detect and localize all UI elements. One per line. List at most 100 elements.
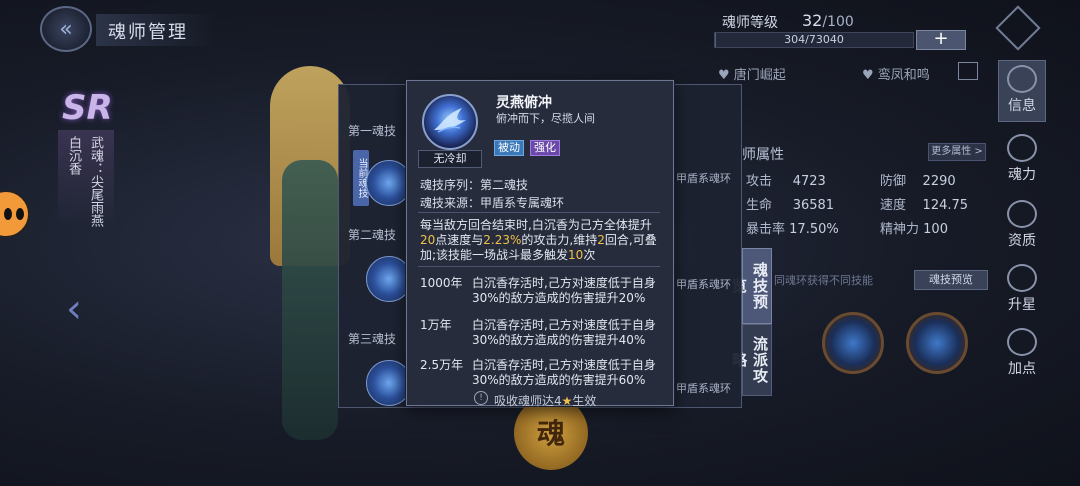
- effect-text: 每当敌方回合结束时,白沉香为己方全体提升: [420, 218, 652, 232]
- effect-text: 的攻击力,维持: [521, 233, 598, 247]
- prev-arrow-icon[interactable]: ‹: [66, 286, 82, 332]
- attr-spirit: 精神力 100: [880, 218, 948, 237]
- attr-label: 防御: [880, 174, 907, 189]
- attr-value: 4723: [792, 174, 826, 189]
- star-up-icon: [1007, 264, 1037, 292]
- effect-text: 次: [583, 248, 596, 262]
- skill-slot-3-label: 第三魂技: [348, 332, 397, 346]
- ring-type-label: 甲盾系魂环: [676, 172, 731, 185]
- tier-10000: 1万年 白沉香存活时,己方对速度低于自身30%的敌方造成的伤害提升40%: [420, 318, 666, 348]
- attr-attack: 攻击 4723: [746, 170, 826, 189]
- back-arrow-icon: «: [59, 16, 73, 42]
- level-max: /100: [822, 14, 854, 30]
- attr-label: 攻击: [746, 174, 773, 189]
- back-button[interactable]: «: [40, 6, 92, 52]
- absorb-requirement: 吸收魂师达4★生效: [494, 392, 596, 409]
- avatar-eye: [4, 208, 12, 220]
- skill-orb[interactable]: [822, 312, 884, 374]
- skill-flavor-text: 俯冲而下，尽揽人间: [496, 112, 595, 125]
- exp-text: 304/73040: [784, 33, 844, 46]
- skill-hint: 同魂环获得不同技能: [774, 274, 873, 287]
- skill-slot-1-label: 第一魂技: [348, 124, 397, 138]
- avatar-eye: [16, 208, 24, 220]
- attr-value: 17.50%: [789, 222, 839, 237]
- clan-right-label: 鸾凤和鸣: [877, 68, 930, 83]
- info-circle-icon: !: [474, 391, 488, 405]
- skill-orb[interactable]: [906, 312, 968, 374]
- attr-label: 生命: [746, 198, 773, 213]
- star-icon: ★: [561, 394, 573, 408]
- nav-star-up-label: 升星: [1008, 297, 1036, 313]
- level-current: 32: [802, 11, 823, 30]
- tooltip-divider: [418, 212, 660, 213]
- skill-preview-button[interactable]: 魂技预览: [914, 270, 988, 290]
- menu-diamond-icon[interactable]: [995, 5, 1041, 51]
- nav-add-point[interactable]: 加点: [998, 324, 1046, 386]
- swallow-wing-icon: [434, 108, 466, 133]
- absorb-text: 生效: [572, 394, 597, 408]
- nav-soul-power[interactable]: 魂力: [998, 130, 1046, 192]
- attr-value: 2290: [922, 174, 956, 189]
- ring-type-label: 甲盾系魂环: [676, 278, 731, 291]
- tier-year: 2.5万年: [420, 358, 464, 372]
- absorb-text: 吸收魂师达4: [494, 394, 562, 408]
- skill-name: 灵燕俯冲: [496, 95, 552, 111]
- tag-passive: 被动: [494, 140, 524, 156]
- tier-year: 1000年: [420, 276, 463, 290]
- tooltip-divider: [418, 266, 660, 267]
- nav-star-up[interactable]: 升星: [998, 260, 1046, 322]
- tier-1000: 1000年 白沉香存活时,己方对速度低于自身30%的敌方造成的伤害提升20%: [420, 276, 666, 306]
- effect-number: 20: [420, 233, 436, 247]
- skill-source-line: 魂技来源：甲盾系专属魂环: [420, 196, 565, 210]
- level-label: 魂师等级: [722, 15, 778, 31]
- rarity-badge: SR: [62, 88, 113, 128]
- nav-aptitude[interactable]: 资质: [998, 196, 1046, 258]
- tier-text: 白沉香存活时,己方对速度低于自身30%的敌方造成的伤害提升20%: [472, 276, 656, 305]
- ring-type-label: 甲盾系魂环: [676, 382, 731, 395]
- attr-hp: 生命 36581: [746, 194, 834, 213]
- attr-label: 精神力: [880, 222, 920, 237]
- effect-text: 点速度与: [435, 233, 484, 247]
- skill-slot-2-label: 第二魂技: [348, 228, 397, 242]
- attr-crit: 暴击率 17.50%: [746, 218, 839, 237]
- effect-number: 2.23%: [483, 233, 522, 247]
- aptitude-icon: [1007, 200, 1037, 228]
- page-title: 魂师管理: [108, 22, 188, 43]
- clan-left: ♥ 唐门崛起: [718, 68, 786, 83]
- clan-left-label: 唐门崛起: [733, 68, 786, 83]
- character-title: 武魂：尖尾雨燕: [88, 136, 103, 227]
- attr-value: 124.75: [922, 198, 969, 213]
- cooldown-label: 无冷却: [418, 150, 482, 168]
- character-name: 白沉香: [66, 136, 81, 175]
- tier-25000: 2.5万年 白沉香存活时,己方对速度低于自身30%的敌方造成的伤害提升60%: [420, 358, 666, 388]
- tab-strategy[interactable]: 流派攻略: [730, 324, 772, 396]
- level-value: 32/100: [802, 11, 854, 30]
- more-attributes-button[interactable]: 更多属性 >: [928, 143, 986, 161]
- attr-value: 36581: [792, 198, 835, 213]
- soul-power-icon: [1007, 134, 1037, 162]
- effect-number: 10: [568, 248, 584, 262]
- search-icon[interactable]: [958, 62, 978, 80]
- skill-main-effect: 每当敌方回合结束时,白沉香为己方全体提升20点速度与2.23%的攻击力,维持2回…: [420, 218, 664, 263]
- attr-speed: 速度 124.75: [880, 194, 968, 213]
- nav-info-label: 信息: [1008, 98, 1036, 114]
- level-plus-button[interactable]: +: [916, 30, 966, 50]
- side-avatar[interactable]: [0, 190, 30, 238]
- nav-soul-power-label: 魂力: [1008, 167, 1036, 183]
- info-icon: [1007, 65, 1037, 93]
- attr-label: 速度: [880, 198, 907, 213]
- nav-info[interactable]: 信息: [998, 60, 1046, 122]
- tier-text: 白沉香存活时,己方对速度低于自身30%的敌方造成的伤害提升40%: [472, 318, 656, 347]
- effect-number: 2: [597, 233, 605, 247]
- tier-year: 1万年: [420, 318, 452, 332]
- nav-aptitude-label: 资质: [1008, 233, 1036, 249]
- tag-enhance: 强化: [530, 140, 560, 156]
- tab-skill-preview[interactable]: 魂技预览: [730, 248, 772, 324]
- add-point-icon: [1007, 328, 1037, 356]
- tier-text: 白沉香存活时,己方对速度低于自身30%的敌方造成的伤害提升60%: [472, 358, 656, 387]
- attr-value: 100: [923, 222, 948, 237]
- attributes-title: 师属性: [742, 147, 784, 163]
- clan-right: ♥ 鸾凤和鸣: [862, 68, 930, 83]
- character-body: [282, 160, 338, 440]
- skill-order-line: 魂技序列：第二魂技: [420, 178, 529, 192]
